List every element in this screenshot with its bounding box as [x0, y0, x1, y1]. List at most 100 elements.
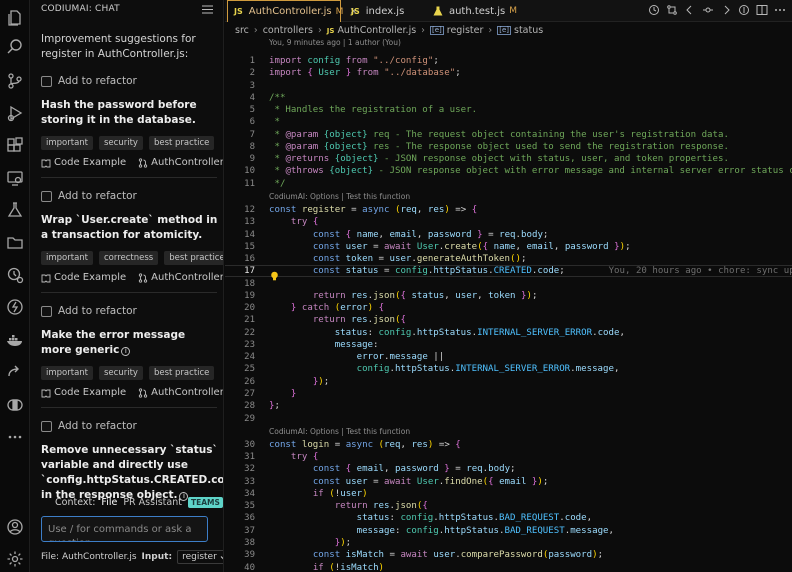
context-file-tab[interactable]: File — [101, 497, 117, 508]
folder-icon[interactable] — [5, 232, 25, 252]
suggestion-title-text: Remove unnecessary `status` variable and… — [41, 444, 224, 501]
settings-gear-icon[interactable] — [5, 549, 25, 569]
more-actions-icon[interactable] — [774, 4, 786, 16]
split-editor-icon[interactable] — [756, 4, 768, 16]
toggle-icon[interactable] — [5, 395, 25, 415]
tab-auth-test[interactable]: auth.test.js M — [427, 0, 517, 22]
code-line[interactable]: config.httpStatus.INTERNAL_SERVER_ERROR.… — [269, 364, 620, 374]
run-debug-icon[interactable] — [5, 103, 25, 123]
add-to-refactor-checkbox[interactable]: Add to refactor — [41, 419, 219, 433]
docker-icon[interactable] — [5, 330, 25, 350]
code-line[interactable]: const { name, email, password } = req.bo… — [269, 230, 549, 240]
breadcrumb-item[interactable]: controllers — [263, 25, 313, 36]
tab-authcontroller[interactable]: JS AuthController.js M × — [227, 0, 358, 22]
code-line[interactable]: */ — [269, 179, 285, 189]
code-line[interactable]: return res.json({ status, user, token })… — [269, 291, 538, 301]
code-line[interactable]: const user = await User.findOne({ email … — [269, 477, 549, 487]
code-line[interactable]: }; — [269, 401, 280, 411]
code-example-link[interactable]: Code Example — [41, 272, 126, 283]
files-icon[interactable] — [5, 8, 25, 28]
more-icon[interactable] — [5, 427, 25, 447]
codiumai-icon[interactable] — [5, 265, 25, 285]
menu-icon[interactable] — [202, 5, 213, 14]
code-line[interactable]: * @param {object} req - The request obje… — [269, 130, 728, 140]
history-icon[interactable] — [648, 4, 660, 16]
code-line[interactable]: status: config.httpStatus.BAD_REQUEST.co… — [269, 513, 593, 523]
account-icon[interactable] — [5, 517, 25, 537]
checkbox-box[interactable] — [41, 305, 52, 317]
code-line[interactable]: if (!isMatch) — [269, 563, 384, 572]
code-line[interactable]: import config from "../config"; — [269, 56, 439, 66]
code-line[interactable]: * Handles the registration of a user. — [269, 105, 477, 115]
book-icon — [41, 159, 51, 167]
share-icon[interactable] — [5, 362, 25, 382]
code-line[interactable]: return res.json({ — [269, 315, 406, 325]
breadcrumb-item[interactable]: register — [447, 25, 484, 36]
checkbox-box[interactable] — [41, 190, 52, 202]
line-number: 20 — [244, 303, 255, 314]
js-file-icon: JS — [351, 6, 360, 16]
code-line[interactable]: * — [269, 117, 279, 127]
info-icon[interactable]: i — [121, 347, 131, 356]
code-line[interactable]: * @throws {object} - JSON response objec… — [269, 166, 792, 176]
file-location-link[interactable]: AuthController.js: — [138, 272, 223, 283]
search-icon[interactable] — [5, 37, 25, 57]
codiumai-codelens[interactable]: CodiumAI: Options | Test this function — [269, 427, 410, 436]
add-to-refactor-checkbox[interactable]: Add to refactor — [41, 189, 219, 203]
code-line[interactable]: const token = user.generateAuthToken(); — [269, 254, 527, 264]
line-number: 13 — [244, 217, 255, 228]
code-line[interactable]: * @param {object} res - The response obj… — [269, 142, 728, 152]
lightning-icon[interactable] — [5, 297, 25, 317]
code-line[interactable]: } — [269, 389, 296, 399]
code-line[interactable]: } catch (error) { — [269, 303, 384, 313]
code-example-link[interactable]: Code Example — [41, 387, 126, 398]
breadcrumb-item[interactable]: src — [235, 25, 249, 36]
breadcrumb-item[interactable]: status — [514, 25, 543, 36]
chat-input-box[interactable] — [41, 516, 208, 542]
code-line[interactable]: const user = await User.create({ name, e… — [269, 242, 631, 252]
code-line[interactable]: * @returns {object} - JSON response obje… — [269, 154, 728, 164]
code-line[interactable]: return res.json({ — [269, 501, 428, 511]
source-control-icon[interactable] — [5, 71, 25, 91]
go-back-icon[interactable] — [684, 4, 696, 16]
git-blame-header[interactable]: You, 9 minutes ago | 1 author (You) — [269, 38, 401, 47]
code-line[interactable]: const register = async (req, res) => { — [269, 205, 477, 215]
input-function-select[interactable]: register — [177, 550, 223, 564]
remote-explorer-icon[interactable] — [5, 168, 25, 188]
go-forward-icon[interactable] — [720, 4, 732, 16]
code-line[interactable]: }); — [269, 538, 351, 548]
chat-input[interactable] — [42, 517, 207, 541]
codiumai-codelens[interactable]: CodiumAI: Options | Test this function — [269, 192, 410, 201]
file-location-link[interactable]: AuthController.js: — [138, 387, 223, 398]
code-line[interactable]: if (!user) — [269, 489, 368, 499]
file-link-label: AuthController.js: — [151, 272, 223, 283]
add-to-refactor-checkbox[interactable]: Add to refactor — [41, 304, 219, 318]
editor-area: JS AuthController.js M × JS index.js aut… — [225, 0, 792, 572]
context-pr-assistant-tab[interactable]: PR Assistant — [123, 497, 182, 508]
revert-icon[interactable] — [702, 4, 714, 16]
checkbox-box[interactable] — [41, 75, 52, 87]
code-line[interactable]: message: config.httpStatus.BAD_REQUEST.m… — [269, 526, 614, 536]
testing-flask-icon[interactable] — [5, 200, 25, 220]
code-example-link[interactable]: Code Example — [41, 157, 126, 168]
breadcrumb-item[interactable]: AuthController.js — [337, 25, 416, 36]
file-location-link[interactable]: AuthController.js: — [138, 157, 223, 168]
code-line[interactable]: error.message || — [269, 352, 445, 362]
code-line[interactable]: const login = async (req, res) => { — [269, 440, 461, 450]
open-changes-icon[interactable] — [738, 4, 750, 16]
code-line[interactable]: status: config.httpStatus.INTERNAL_SERVE… — [269, 328, 625, 338]
add-to-refactor-checkbox[interactable]: Add to refactor — [41, 74, 219, 88]
code-line[interactable]: }); — [269, 377, 329, 387]
compare-changes-icon[interactable] — [666, 4, 678, 16]
code-line[interactable]: /** — [269, 93, 285, 103]
code-line[interactable]: const { email, password } = req.body; — [269, 464, 516, 474]
checkbox-box[interactable] — [41, 420, 52, 432]
code-line[interactable]: const isMatch = await user.comparePasswo… — [269, 550, 603, 560]
code-line[interactable]: try { — [269, 217, 318, 227]
code-line[interactable]: import { User } from "../database"; — [269, 68, 461, 78]
code-line[interactable]: message: — [269, 340, 379, 350]
tab-index[interactable]: JS index.js — [345, 0, 423, 22]
code-line[interactable]: try { — [269, 452, 318, 462]
extensions-icon[interactable] — [5, 136, 25, 156]
code-line[interactable]: const status = config.httpStatus.CREATED… — [269, 266, 792, 276]
